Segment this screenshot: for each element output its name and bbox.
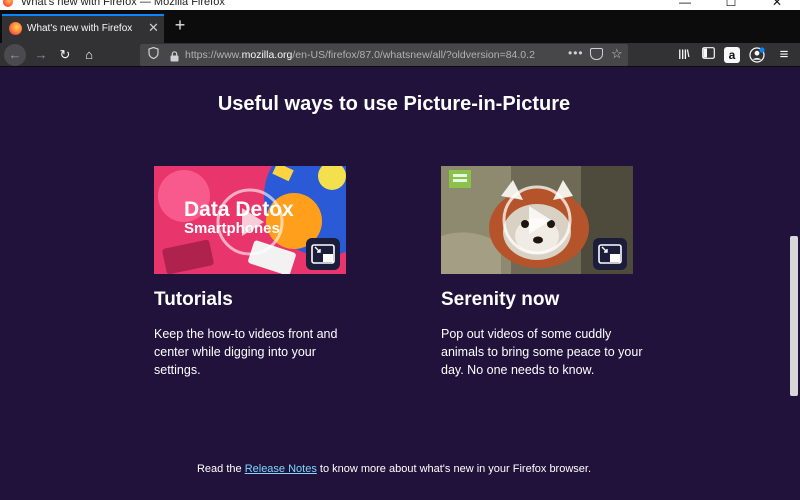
serenity-description: Pop out videos of some cuddly animals to… (441, 327, 643, 377)
tutorials-description: Keep the how-to videos front and center … (154, 327, 338, 377)
serenity-title: Serenity now (441, 289, 560, 310)
red-panda-video-thumbnail[interactable] (441, 166, 633, 274)
bookmark-star-icon[interactable]: ☆ (611, 46, 623, 62)
tab-whats-new[interactable]: What's new with Firefox ✕ (2, 14, 164, 43)
lock-icon[interactable] (170, 49, 179, 62)
url-path: /en-US/firefox/87.0/whatsnew/all/?oldver… (292, 49, 535, 61)
page-scrollbar[interactable] (788, 68, 800, 500)
menu-hamburger-icon[interactable]: ≡ (776, 47, 792, 63)
account-icon[interactable] (749, 47, 765, 63)
tab-strip: What's new with Firefox ✕ + (0, 10, 800, 43)
tab-close-icon[interactable]: ✕ (148, 20, 159, 36)
footer-text-after: to know more about what's new in your Fi… (316, 463, 592, 475)
page-heading: Useful ways to use Picture-in-Picture (217, 93, 571, 115)
new-tab-button[interactable]: + (170, 14, 190, 38)
thumbnail-subtitle: Smartphones (184, 220, 280, 237)
window-title: What's new with Firefox — Mozilla Firefo… (21, 0, 225, 8)
close-window-button[interactable]: ✕ (754, 0, 800, 10)
sidebar-icon[interactable] (700, 47, 716, 63)
tutorials-video-thumbnail[interactable]: Data Detox Smartphones (154, 166, 346, 274)
footer-text-before: Read the (196, 463, 245, 475)
amazon-extension-icon[interactable]: a (724, 47, 740, 63)
minimize-button[interactable]: — (662, 0, 708, 10)
library-icon[interactable]: |||\ (676, 47, 692, 63)
firefox-favicon-icon (9, 22, 22, 35)
tracking-protection-shield-icon[interactable] (148, 46, 159, 62)
firefox-logo-icon (3, 0, 13, 7)
forward-button[interactable]: → (30, 44, 52, 66)
back-button[interactable]: ← (4, 44, 26, 66)
window-title-bar: What's new with Firefox — Mozilla Firefo… (0, 0, 800, 10)
url-bar[interactable]: https://www.mozilla.org/en-US/firefox/87… (140, 44, 628, 66)
home-button[interactable]: ⌂ (78, 44, 100, 66)
release-notes-link[interactable]: Release Notes (245, 463, 317, 475)
reload-button[interactable]: ↻ (54, 44, 76, 66)
url-text[interactable]: https://www.mozilla.org/en-US/firefox/87… (185, 49, 535, 61)
url-host: mozilla.org (241, 49, 293, 61)
navigation-toolbar: ← → ↻ ⌂ https://www.mozilla.org/en-US/fi… (0, 43, 800, 67)
release-notes-footer: Read the Release Notes to know more abou… (0, 463, 788, 475)
tutorials-title: Tutorials (154, 289, 233, 310)
page-actions-icon[interactable]: ••• (568, 46, 584, 60)
url-prefix: https://www. (185, 49, 242, 61)
thumbnail-title: Data Detox (184, 198, 294, 221)
maximize-button[interactable]: ☐ (708, 0, 754, 10)
pocket-icon[interactable] (590, 48, 603, 60)
scrollbar-thumb[interactable] (790, 236, 798, 396)
tab-title: What's new with Firefox (27, 23, 133, 34)
page-content (0, 68, 800, 500)
